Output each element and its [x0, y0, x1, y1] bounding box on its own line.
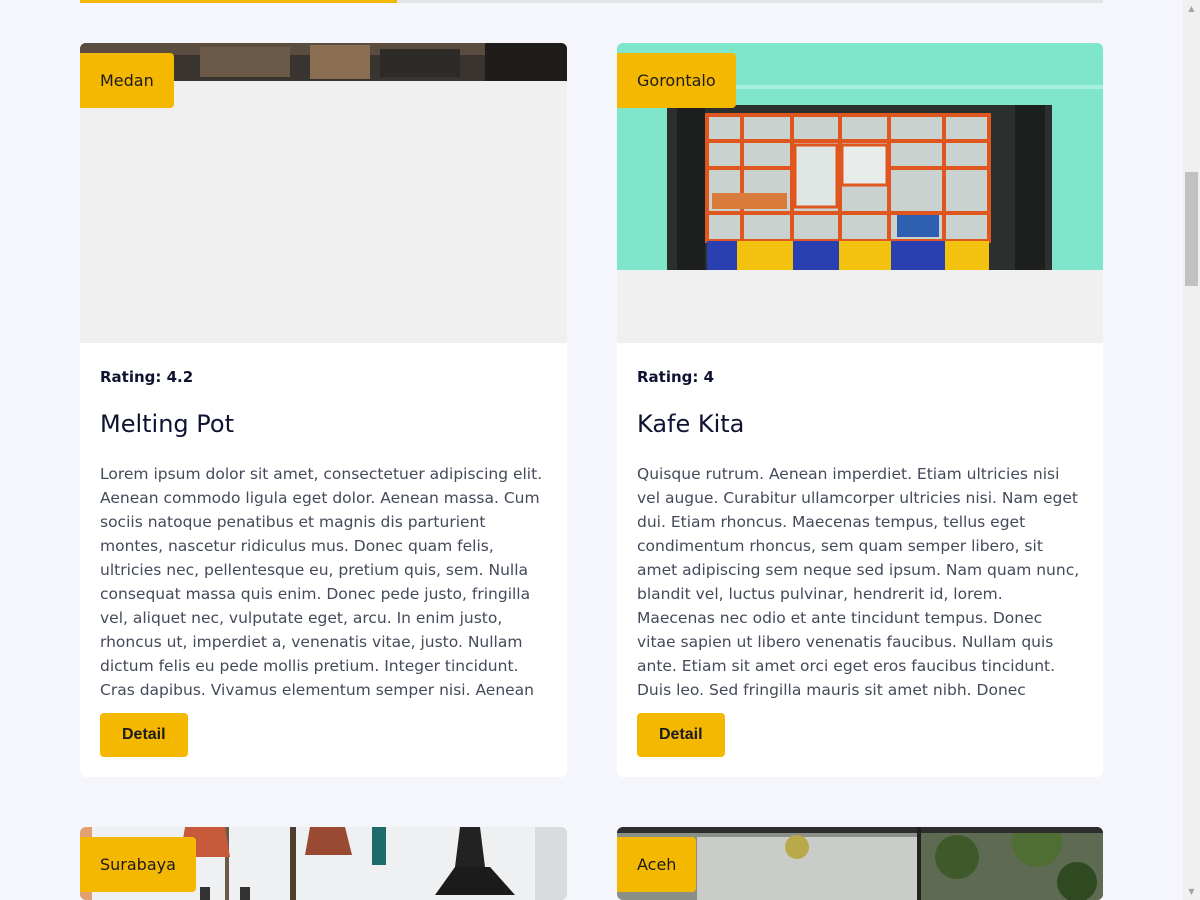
restaurant-card-surabaya: Surabaya: [80, 827, 567, 900]
restaurant-photo: Medan: [80, 43, 567, 343]
restaurant-photo: Gorontalo: [617, 43, 1103, 343]
detail-button[interactable]: Detail: [637, 713, 725, 757]
restaurant-title: Melting Pot: [100, 410, 235, 438]
city-tag: Aceh: [617, 837, 697, 892]
restaurant-description: Lorem ipsum dolor sit amet, consectetuer…: [100, 465, 543, 699]
city-tag: Medan: [80, 53, 174, 108]
city-tag: Gorontalo: [617, 53, 736, 108]
restaurant-photo: Surabaya: [80, 827, 567, 900]
scroll-up-arrow-icon[interactable]: ▲: [1183, 0, 1200, 17]
restaurant-photo: Aceh: [617, 827, 1103, 900]
vertical-scrollbar[interactable]: ▲ ▼: [1183, 0, 1200, 900]
rating-label: Rating: 4.2: [100, 368, 194, 386]
rating-label: Rating: 4: [637, 368, 715, 386]
city-tag: Surabaya: [80, 837, 196, 892]
restaurant-card-melting-pot: Medan Rating: 4.2 Melting Pot Lorem ipsu…: [80, 43, 567, 777]
restaurant-card-kafe-kita: Gorontalo Rating: 4 Kafe Kita Quisque ru…: [617, 43, 1103, 777]
restaurant-description: Quisque rutrum. Aenean imperdiet. Etiam …: [637, 465, 1080, 699]
scroll-down-arrow-icon[interactable]: ▼: [1183, 883, 1200, 900]
detail-button[interactable]: Detail: [100, 713, 188, 757]
restaurant-title: Kafe Kita: [637, 410, 745, 438]
progress-bar-fill: [80, 0, 398, 3]
scrollbar-thumb[interactable]: [1185, 172, 1198, 286]
restaurant-card-aceh: Aceh: [617, 827, 1103, 900]
progress-bar: [80, 0, 1103, 3]
